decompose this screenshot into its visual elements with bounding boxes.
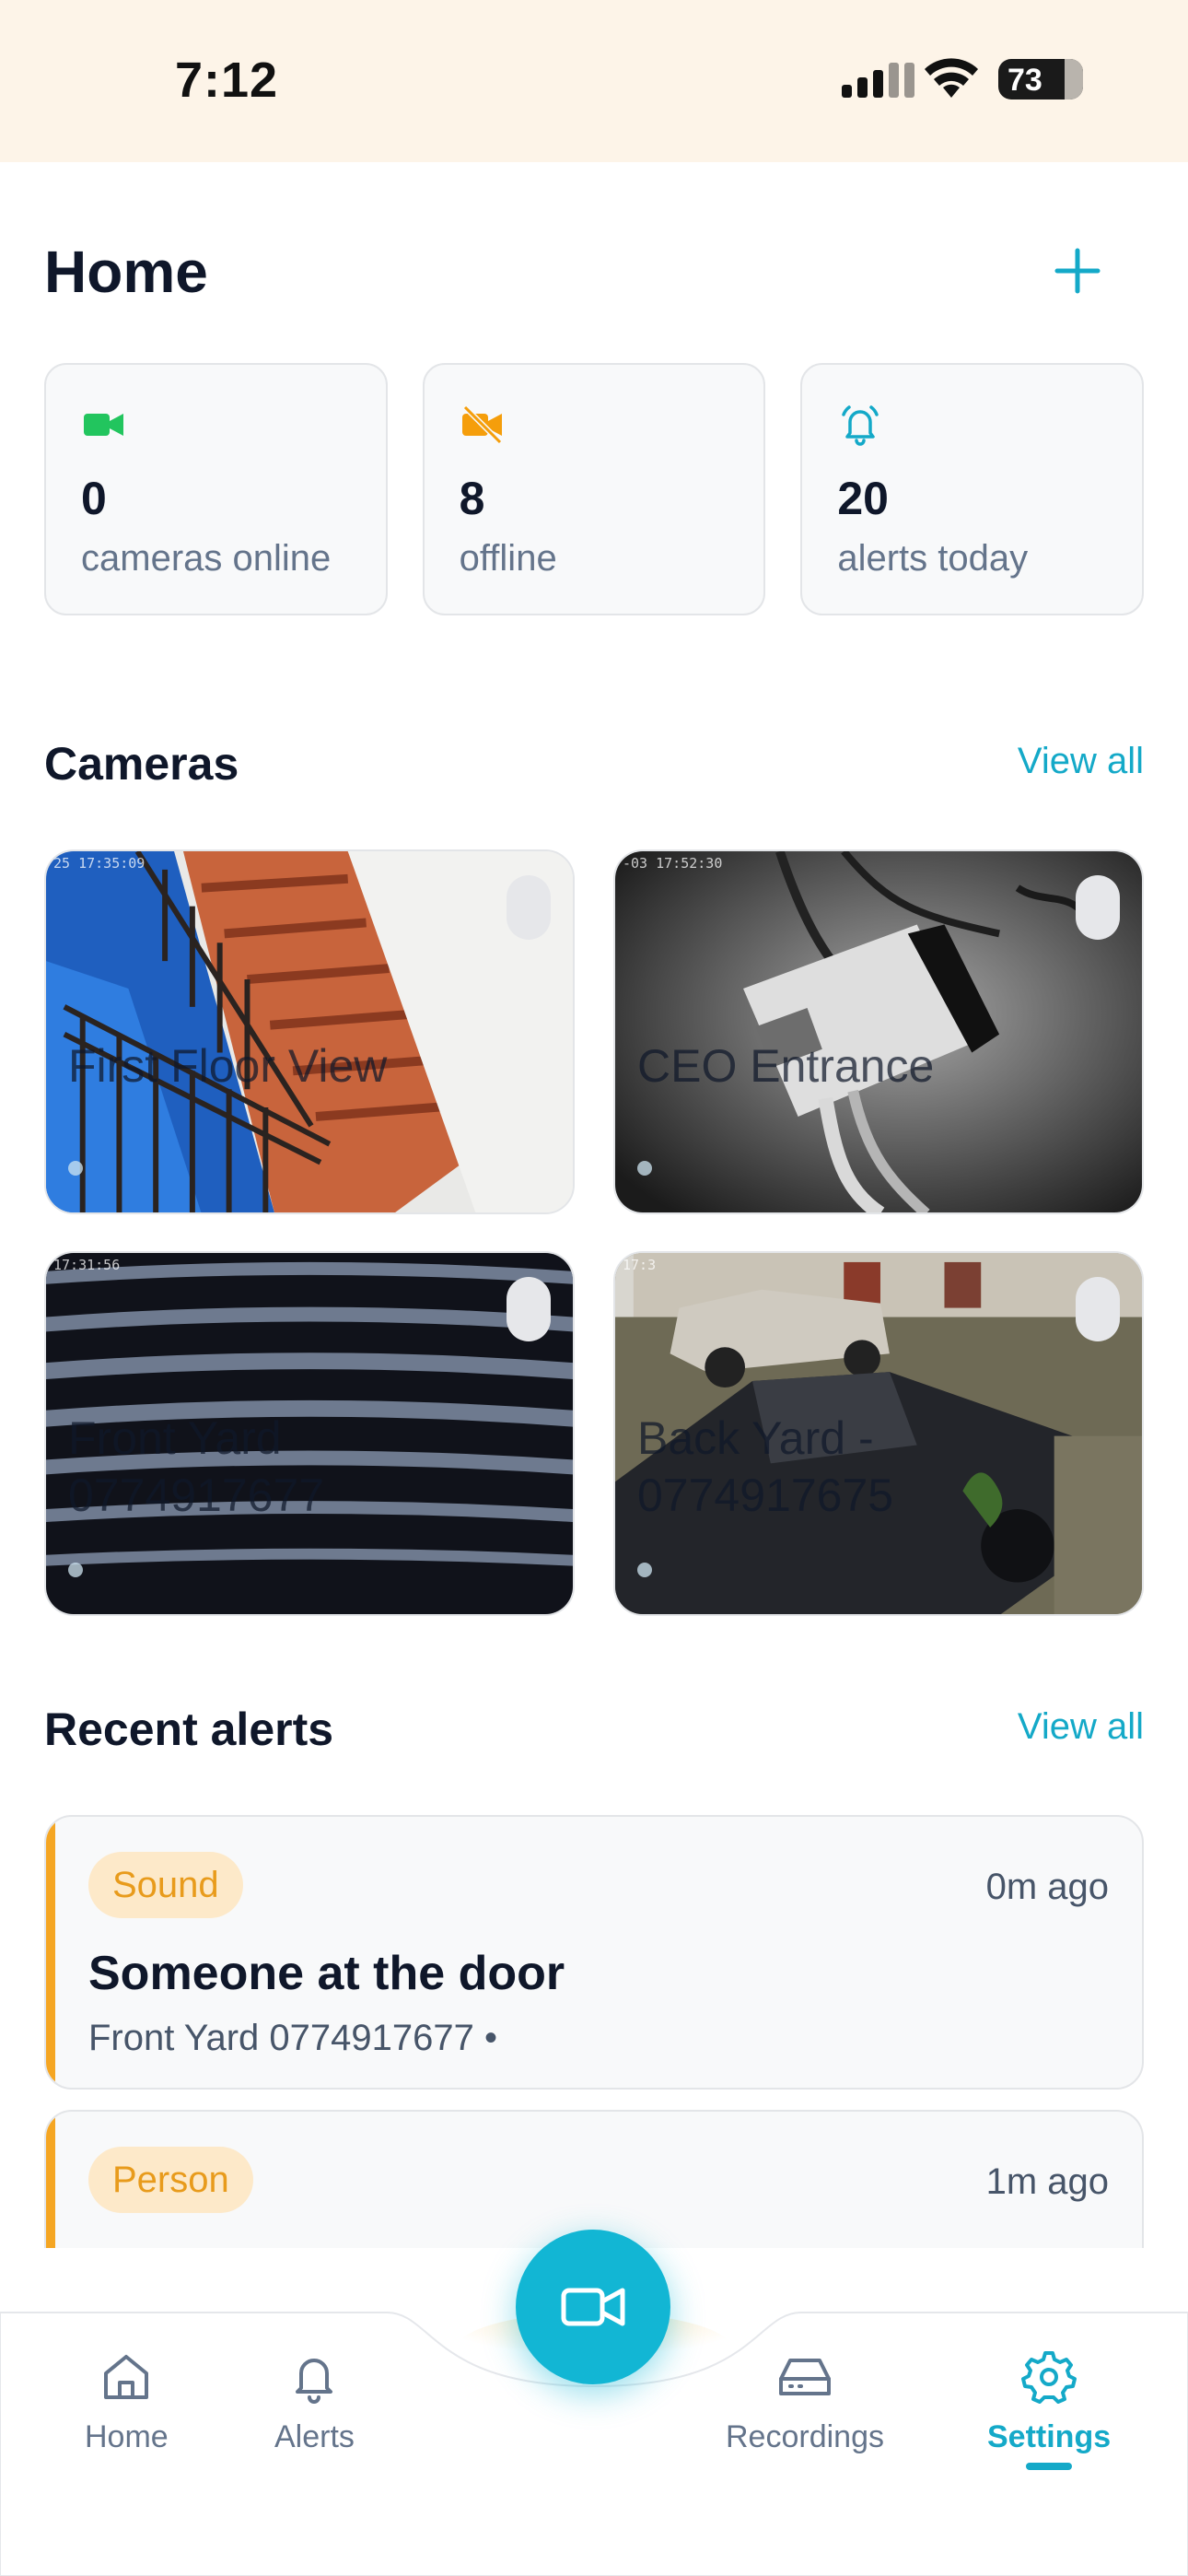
camera-timestamp: -03 17:52:30: [623, 855, 723, 872]
video-camera-icon: [561, 2288, 625, 2326]
nav-tab-recordings[interactable]: Recordings: [726, 2348, 884, 2455]
stat-label: offline: [459, 538, 557, 579]
alert-accent-bar: [46, 2112, 55, 2248]
alerts-view-all-link[interactable]: View all: [1018, 1706, 1144, 1748]
camera-tile-back-yard[interactable]: 17:3 Back Yard - 0774917675: [613, 1251, 1144, 1616]
camera-status-pill: [507, 875, 551, 940]
active-tab-indicator: [1026, 2463, 1073, 2470]
hard-drive-icon: [778, 2359, 831, 2395]
status-time: 7:12: [175, 53, 279, 108]
camera-snapshot: [615, 851, 1142, 1212]
alert-type-badge: Person: [88, 2147, 253, 2213]
camera-status-pill: [507, 1277, 551, 1341]
camera-timestamp: 17:31:56: [53, 1257, 121, 1273]
video-camera-icon: [84, 414, 123, 436]
stat-label: alerts today: [837, 538, 1029, 579]
bell-ring-icon: [842, 405, 879, 446]
stat-label: cameras online: [81, 538, 332, 579]
alert-time: 1m ago: [985, 2161, 1109, 2202]
alert-subtitle: Front Yard 0774917677 •: [88, 2018, 497, 2058]
battery-level: 73: [1007, 63, 1042, 98]
camera-tile-front-yard[interactable]: 17:31:56 Front Yard 0774917677: [44, 1251, 575, 1616]
cameras-view-all-link[interactable]: View all: [1018, 741, 1144, 782]
battery-icon: 73: [998, 59, 1083, 100]
nav-tab-settings[interactable]: Settings: [987, 2348, 1111, 2470]
camera-tile-first-floor[interactable]: 25 17:35:09 First Floor View: [44, 849, 575, 1214]
gear-icon: [1021, 2351, 1077, 2404]
page-title: Home: [44, 239, 208, 305]
camera-status-pill: [1076, 875, 1120, 940]
nav-tab-label: Alerts: [274, 2419, 355, 2454]
camera-timestamp: 25 17:35:09: [53, 855, 146, 872]
camera-timestamp: 17:3: [623, 1257, 657, 1273]
alerts-section-title: Recent alerts: [44, 1704, 334, 1755]
nav-tab-alerts[interactable]: Alerts: [274, 2348, 355, 2455]
home-icon: [104, 2355, 149, 2399]
add-camera-button[interactable]: [1050, 243, 1105, 299]
stat-card-alerts: 20 alerts today: [800, 363, 1145, 615]
alert-time: 0m ago: [985, 1867, 1109, 1907]
alert-card[interactable]: Sound 0m ago Someone at the door Front Y…: [44, 1815, 1144, 2090]
camera-status-pill: [1076, 1277, 1120, 1341]
camera-status-dot: [68, 1563, 83, 1577]
video-off-icon: [461, 404, 502, 445]
alert-accent-bar: [46, 1817, 55, 2088]
battery-cap: [1077, 72, 1083, 88]
alert-type-badge: Sound: [88, 1852, 243, 1918]
alert-title: Someone at the door: [88, 1947, 565, 2000]
alert-card[interactable]: Person 1m ago: [44, 2110, 1144, 2248]
nav-tab-home[interactable]: Home: [85, 2348, 169, 2455]
camera-name: Front Yard 0774917677: [68, 1412, 325, 1521]
camera-name: Back Yard - 0774917675: [637, 1412, 894, 1521]
live-view-button[interactable]: [516, 2230, 670, 2384]
camera-snapshot: [46, 851, 573, 1212]
camera-name: First Floor View: [68, 1040, 388, 1092]
cameras-section-title: Cameras: [44, 738, 239, 790]
stat-card-offline: 8 offline: [422, 363, 766, 615]
nav-tab-label: Home: [85, 2419, 169, 2454]
bell-icon: [296, 2359, 333, 2404]
camera-status-dot: [637, 1161, 652, 1176]
wifi-icon: [925, 58, 978, 98]
camera-status-dot: [637, 1563, 652, 1577]
stat-value: 8: [459, 473, 485, 524]
stat-value: 20: [837, 473, 889, 524]
nav-tab-label: Settings: [987, 2419, 1112, 2454]
cellular-signal-icon: [842, 61, 914, 98]
stats-row: 0 cameras online 8 offline 20 alerts tod…: [44, 363, 1145, 615]
status-bar: 7:12 73: [0, 0, 1188, 162]
stat-value: 0: [81, 473, 107, 524]
camera-status-dot: [68, 1161, 83, 1176]
camera-name: CEO Entrance: [637, 1040, 935, 1092]
camera-tile-ceo-entrance[interactable]: -03 17:52:30 CEO Entrance: [613, 849, 1144, 1214]
stat-card-online: 0 cameras online: [44, 363, 388, 615]
nav-tab-label: Recordings: [726, 2419, 884, 2454]
